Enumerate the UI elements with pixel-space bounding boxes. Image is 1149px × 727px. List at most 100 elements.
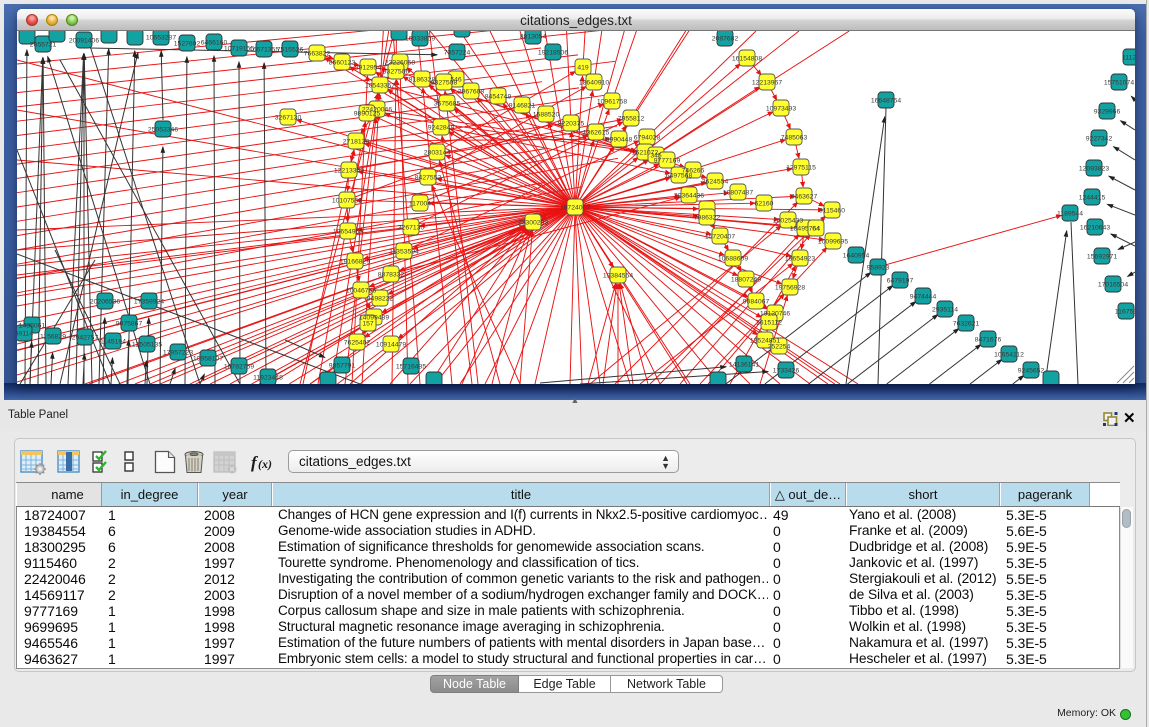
svg-text:8990448: 8990448 (606, 137, 633, 144)
svg-text:16154808: 16154808 (732, 56, 762, 63)
svg-text:958923: 958923 (867, 265, 890, 272)
svg-text:10099695: 10099695 (818, 239, 848, 246)
svg-text:2803144: 2803144 (424, 150, 451, 157)
svg-text:10688609: 10688609 (718, 256, 748, 263)
svg-text:23226058: 23226058 (385, 60, 415, 67)
svg-text:2718120: 2718120 (343, 139, 370, 146)
svg-text:7632621: 7632621 (953, 321, 980, 328)
svg-text:7986322: 7986322 (694, 215, 721, 222)
svg-text:1189544: 1189544 (1057, 211, 1083, 218)
svg-text:1588520: 1588520 (533, 112, 560, 119)
svg-text:19654923: 19654923 (785, 256, 815, 263)
svg-text:19218506: 19218506 (538, 50, 568, 57)
svg-text:20364436: 20364436 (674, 193, 704, 200)
svg-text:9329966: 9329966 (1094, 109, 1121, 116)
svg-text:17359924: 17359924 (134, 299, 164, 306)
svg-text:10973493: 10973493 (766, 106, 796, 113)
svg-text:1145194: 1145194 (100, 339, 126, 346)
svg-text:7357224: 7357224 (444, 50, 471, 57)
svg-text:10807487: 10807487 (723, 190, 753, 197)
svg-text:14136141: 14136141 (729, 362, 759, 369)
svg-text:20091406: 20091406 (69, 38, 99, 45)
svg-text:19756928: 19756928 (775, 285, 805, 292)
svg-text:117004: 117004 (409, 201, 431, 208)
svg-text:10914479: 10914479 (376, 342, 406, 349)
svg-text:419: 419 (577, 65, 589, 72)
svg-text:10046756: 10046756 (346, 288, 376, 295)
svg-text:15751074: 15751074 (1104, 80, 1134, 87)
svg-text:9327508: 9327508 (431, 80, 458, 87)
svg-text:16671355: 16671355 (249, 47, 279, 54)
svg-text:23300203: 23300203 (518, 220, 548, 227)
svg-text:8660123: 8660123 (329, 60, 356, 67)
svg-text:8427552: 8427552 (415, 175, 442, 182)
svg-text:9857791: 9857791 (329, 363, 356, 370)
svg-text:1527602: 1527602 (174, 41, 201, 48)
svg-text:25053346: 25053346 (148, 127, 178, 134)
svg-text:9975867: 9975867 (116, 321, 143, 328)
svg-text:1156829: 1156829 (40, 334, 66, 341)
svg-text:3624554: 3624554 (702, 179, 729, 186)
svg-text:10958107: 10958107 (193, 356, 223, 363)
svg-text:8220375: 8220375 (558, 121, 585, 128)
svg-text:3267130: 3267130 (398, 225, 425, 232)
svg-text:3498222: 3498222 (367, 296, 394, 303)
svg-text:157: 157 (362, 321, 374, 328)
svg-text:17016504: 17016504 (1098, 282, 1128, 289)
svg-text:(x): (x) (258, 457, 272, 471)
svg-text:11353594: 11353594 (389, 249, 419, 256)
svg-text:10654112: 10654112 (994, 352, 1024, 359)
svg-text:10653287: 10653287 (146, 35, 176, 42)
svg-text:9463627: 9463627 (791, 194, 818, 201)
svg-text:252254: 252254 (768, 344, 791, 351)
svg-text:62160: 62160 (755, 201, 774, 208)
svg-text:6794028: 6794028 (634, 135, 661, 142)
svg-text:10120746: 10120746 (760, 311, 790, 318)
svg-text:1244415: 1244415 (1079, 195, 1106, 202)
svg-text:64: 64 (812, 226, 820, 233)
svg-text:16033809: 16033809 (405, 36, 435, 43)
svg-text:7515526: 7515526 (277, 47, 304, 54)
svg-text:8454749: 8454749 (485, 94, 512, 101)
svg-text:8912954: 8912954 (355, 65, 382, 72)
svg-text:3267130: 3267130 (275, 115, 302, 122)
svg-text:9242848: 9242848 (428, 125, 455, 132)
svg-text:12975115: 12975115 (786, 165, 816, 172)
svg-text:18640910: 18640910 (579, 80, 609, 87)
svg-text:16648764: 16648764 (871, 98, 901, 105)
svg-text:11923448: 11923448 (253, 375, 283, 382)
svg-text:9474444: 9474444 (910, 294, 937, 301)
svg-text:2087682: 2087682 (712, 36, 739, 43)
svg-text:2967608: 2967608 (458, 89, 485, 96)
svg-text:2055721: 2055721 (30, 42, 57, 49)
svg-text:18724007: 18724007 (560, 205, 590, 212)
svg-text:12093823: 12093823 (1079, 166, 1109, 173)
svg-text:1640954: 1640954 (843, 253, 870, 260)
svg-text:11124: 11124 (1122, 55, 1135, 62)
svg-text:20206536: 20206536 (90, 299, 120, 306)
svg-text:19384554: 19384554 (603, 273, 633, 280)
svg-text:3675685: 3675685 (434, 101, 461, 108)
svg-text:1733426: 1733426 (773, 368, 800, 375)
svg-text:8471676: 8471676 (975, 337, 1002, 344)
svg-text:2935114: 2935114 (932, 307, 958, 314)
svg-text:9890125: 9890125 (354, 111, 381, 118)
svg-text:1615112: 1615112 (756, 320, 782, 327)
svg-text:15716485: 15716485 (396, 364, 426, 371)
svg-text:9245652: 9245652 (1018, 368, 1045, 375)
svg-text:10107552: 10107552 (332, 198, 362, 205)
svg-text:17957223: 17957223 (163, 350, 193, 357)
svg-text:16782759: 16782759 (224, 364, 254, 371)
svg-text:15720407: 15720407 (705, 234, 735, 241)
svg-text:12213363: 12213363 (334, 168, 364, 175)
svg-text:8813054: 8813054 (520, 34, 547, 41)
svg-text:1435061: 1435061 (19, 323, 46, 330)
svg-text:7625402: 7625402 (344, 340, 371, 347)
svg-text:10025433: 10025433 (773, 218, 803, 225)
svg-text:2942757: 2942757 (72, 335, 99, 342)
svg-text:9327506: 9327506 (383, 69, 410, 76)
svg-text:9777169: 9777169 (654, 158, 681, 165)
svg-text:15692971: 15692971 (1087, 254, 1117, 261)
svg-text:10543362: 10543362 (365, 83, 395, 90)
svg-text:12213967: 12213967 (752, 80, 782, 87)
